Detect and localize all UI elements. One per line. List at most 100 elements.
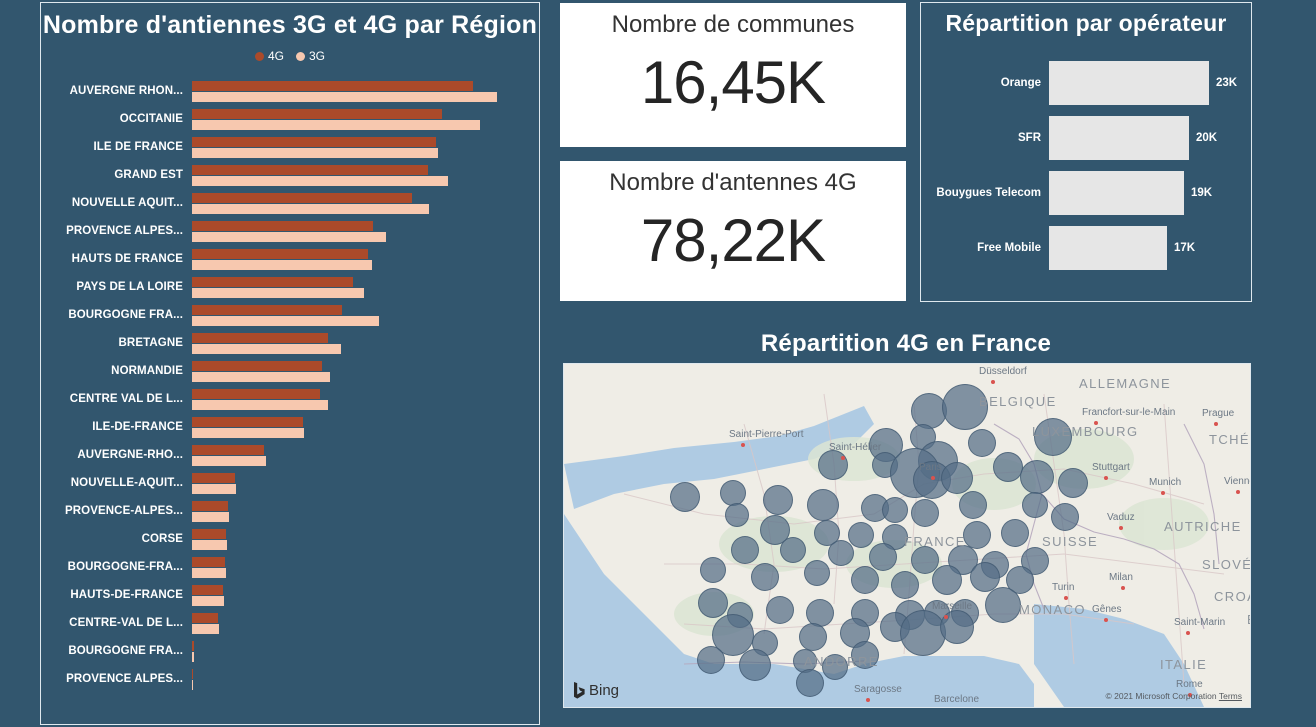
map-bubble[interactable] xyxy=(700,557,726,583)
bar-segment-4g[interactable] xyxy=(192,528,226,539)
operator-row[interactable]: Free Mobile 17K xyxy=(921,220,1251,275)
bar-segment-3g[interactable] xyxy=(192,623,219,634)
bar-row[interactable]: CORSE xyxy=(41,525,531,553)
map-bubble[interactable] xyxy=(851,566,879,594)
map-bubble[interactable] xyxy=(869,543,897,571)
map-bubble[interactable] xyxy=(725,503,749,527)
operator-breakdown-panel[interactable]: Répartition par opérateur Orange 23K SFR 20… xyxy=(920,2,1252,302)
france-4g-map[interactable]: Düsseldorf ALLEMAGNE Saint-Pierre-Port Sain… xyxy=(563,363,1251,708)
bar-segment-3g[interactable] xyxy=(192,175,448,186)
bar-segment-4g[interactable] xyxy=(192,108,442,119)
map-bubble[interactable] xyxy=(670,482,700,512)
bar-segment-4g[interactable] xyxy=(192,276,353,287)
map-terms-link[interactable]: Terms xyxy=(1219,691,1242,701)
bar-chart-plot-area[interactable]: AUVERGNE RHON... OCCITANIE ILE DE FRANCE GR… xyxy=(41,77,539,693)
bar-segment-3g[interactable] xyxy=(192,231,387,242)
map-bubble[interactable] xyxy=(1058,468,1088,498)
bar-segment-3g[interactable] xyxy=(192,679,194,690)
bar-chart-legend[interactable]: 4G 3G xyxy=(41,49,539,63)
map-bubble[interactable] xyxy=(1020,460,1054,494)
map-bubble[interactable] xyxy=(932,565,962,595)
bar-segment-4g[interactable] xyxy=(192,220,374,231)
bar-segment-3g[interactable] xyxy=(192,455,266,466)
map-bubble[interactable] xyxy=(900,610,946,656)
map-bubble[interactable] xyxy=(818,450,848,480)
bar-segment-4g[interactable] xyxy=(192,500,228,511)
map-bubble[interactable] xyxy=(851,641,879,669)
map-bubble[interactable] xyxy=(807,489,839,521)
bar-segment-4g[interactable] xyxy=(192,444,264,455)
map-bubble[interactable] xyxy=(698,588,728,618)
bar-segment-4g[interactable] xyxy=(192,248,369,259)
bar-segment-3g[interactable] xyxy=(192,427,304,438)
map-bubble[interactable] xyxy=(739,649,771,681)
operator-bar[interactable] xyxy=(1049,60,1209,105)
map-bubble[interactable] xyxy=(882,497,908,523)
bar-row[interactable]: AUVERGNE-RHO... xyxy=(41,441,531,469)
bar-segment-3g[interactable] xyxy=(192,371,331,382)
bar-segment-3g[interactable] xyxy=(192,91,497,102)
legend-item-3g[interactable]: 3G xyxy=(296,49,325,63)
bar-segment-3g[interactable] xyxy=(192,259,373,270)
bar-segment-3g[interactable] xyxy=(192,315,380,326)
bar-segment-3g[interactable] xyxy=(192,119,480,130)
operator-chart-plot-area[interactable]: Orange 23K SFR 20K Bouygues Telecom 19K Free M… xyxy=(921,55,1251,275)
map-bubble[interactable] xyxy=(763,485,793,515)
operator-bar[interactable] xyxy=(1049,225,1167,270)
bar-row[interactable]: HAUTS-DE-FRANCE xyxy=(41,581,531,609)
bar-segment-3g[interactable] xyxy=(192,399,329,410)
bar-segment-3g[interactable] xyxy=(192,651,195,662)
map-bubble[interactable] xyxy=(942,384,988,430)
operator-bar[interactable] xyxy=(1049,115,1189,160)
bar-row[interactable]: ILE DE FRANCE xyxy=(41,133,531,161)
bar-segment-3g[interactable] xyxy=(192,511,229,522)
bar-row[interactable]: NOUVELLE-AQUIT... xyxy=(41,469,531,497)
map-bubble[interactable] xyxy=(822,654,848,680)
bar-segment-4g[interactable] xyxy=(192,668,194,679)
bar-segment-4g[interactable] xyxy=(192,304,343,315)
bar-row[interactable]: CENTRE VAL DE L... xyxy=(41,385,531,413)
operator-row[interactable]: Bouygues Telecom 19K xyxy=(921,165,1251,220)
map-bubble[interactable] xyxy=(959,491,987,519)
bar-row[interactable]: AUVERGNE RHON... xyxy=(41,77,531,105)
antennes-by-region-panel[interactable]: Nombre d'antiennes 3G et 4G par Région 4… xyxy=(40,2,540,725)
map-bubble[interactable] xyxy=(804,560,830,586)
bing-logo[interactable]: Bing xyxy=(574,682,619,699)
map-bubble[interactable] xyxy=(1034,418,1072,456)
operator-bar[interactable] xyxy=(1049,170,1184,215)
bar-row[interactable]: HAUTS DE FRANCE xyxy=(41,245,531,273)
bar-row[interactable]: BOURGOGNE FRA... xyxy=(41,301,531,329)
operator-row[interactable]: Orange 23K xyxy=(921,55,1251,110)
bar-segment-4g[interactable] xyxy=(192,164,429,175)
map-bubble[interactable] xyxy=(766,596,794,624)
map-bubble[interactable] xyxy=(799,623,827,651)
bar-row[interactable]: GRAND EST xyxy=(41,161,531,189)
bar-row[interactable]: NOUVELLE AQUIT... xyxy=(41,189,531,217)
bar-segment-4g[interactable] xyxy=(192,360,322,371)
bar-segment-3g[interactable] xyxy=(192,595,224,606)
map-bubble[interactable] xyxy=(720,480,746,506)
map-bubble[interactable] xyxy=(848,522,874,548)
map-bubble[interactable] xyxy=(985,587,1021,623)
bar-segment-4g[interactable] xyxy=(192,192,413,203)
bar-row[interactable]: CENTRE-VAL DE L... xyxy=(41,609,531,637)
map-bubble[interactable] xyxy=(780,537,806,563)
bar-segment-3g[interactable] xyxy=(192,203,430,214)
bar-segment-4g[interactable] xyxy=(192,80,474,91)
bar-row[interactable]: BOURGOGNE-FRA... xyxy=(41,553,531,581)
bar-row[interactable]: OCCITANIE xyxy=(41,105,531,133)
legend-item-4g[interactable]: 4G xyxy=(254,49,284,63)
map-bubble[interactable] xyxy=(796,669,824,697)
map-bubble[interactable] xyxy=(993,452,1023,482)
bar-segment-4g[interactable] xyxy=(192,640,195,651)
bar-segment-4g[interactable] xyxy=(192,584,223,595)
map-bubble[interactable] xyxy=(911,499,939,527)
bar-row[interactable]: PROVENCE ALPES... xyxy=(41,217,531,245)
bar-segment-3g[interactable] xyxy=(192,147,438,158)
map-bubble[interactable] xyxy=(751,563,779,591)
map-bubble[interactable] xyxy=(1001,519,1029,547)
bar-segment-3g[interactable] xyxy=(192,567,226,578)
map-bubble[interactable] xyxy=(731,536,759,564)
bar-row[interactable]: ILE-DE-FRANCE xyxy=(41,413,531,441)
map-bubble[interactable] xyxy=(828,540,854,566)
